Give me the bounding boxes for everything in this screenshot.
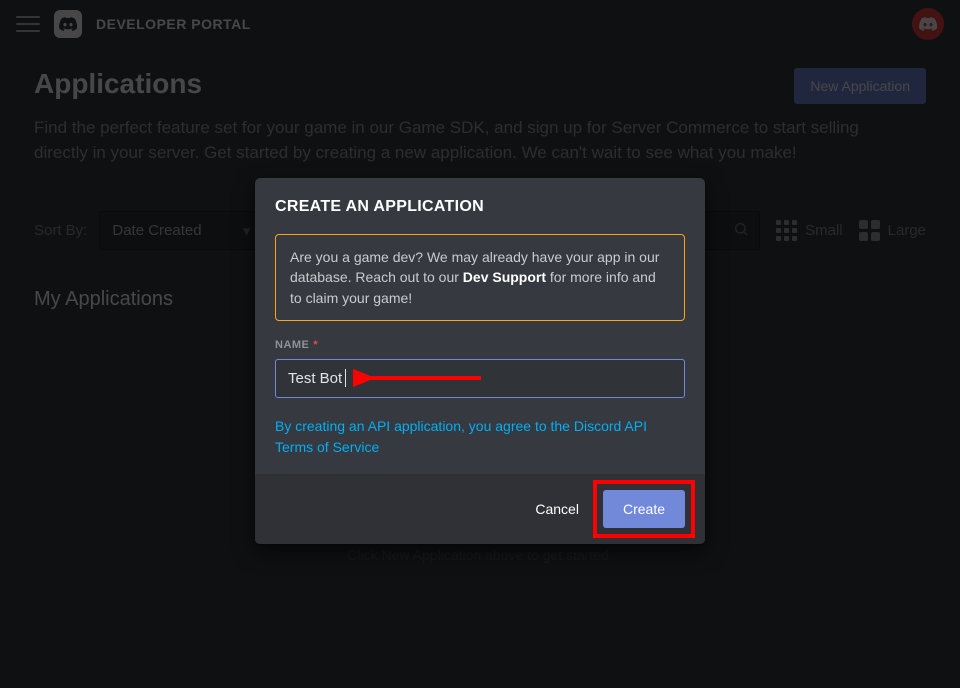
- modal-title: CREATE AN APPLICATION: [275, 198, 685, 216]
- tos-link[interactable]: By creating an API application, you agre…: [275, 416, 685, 458]
- create-application-modal: CREATE AN APPLICATION Are you a game dev…: [255, 178, 705, 544]
- cancel-button[interactable]: Cancel: [521, 491, 593, 527]
- create-button[interactable]: Create: [603, 490, 685, 528]
- game-dev-notice: Are you a game dev? We may already have …: [275, 234, 685, 321]
- text-caret-icon: [345, 369, 346, 387]
- application-name-input[interactable]: [275, 359, 685, 398]
- name-field-label: NAME*: [275, 339, 685, 351]
